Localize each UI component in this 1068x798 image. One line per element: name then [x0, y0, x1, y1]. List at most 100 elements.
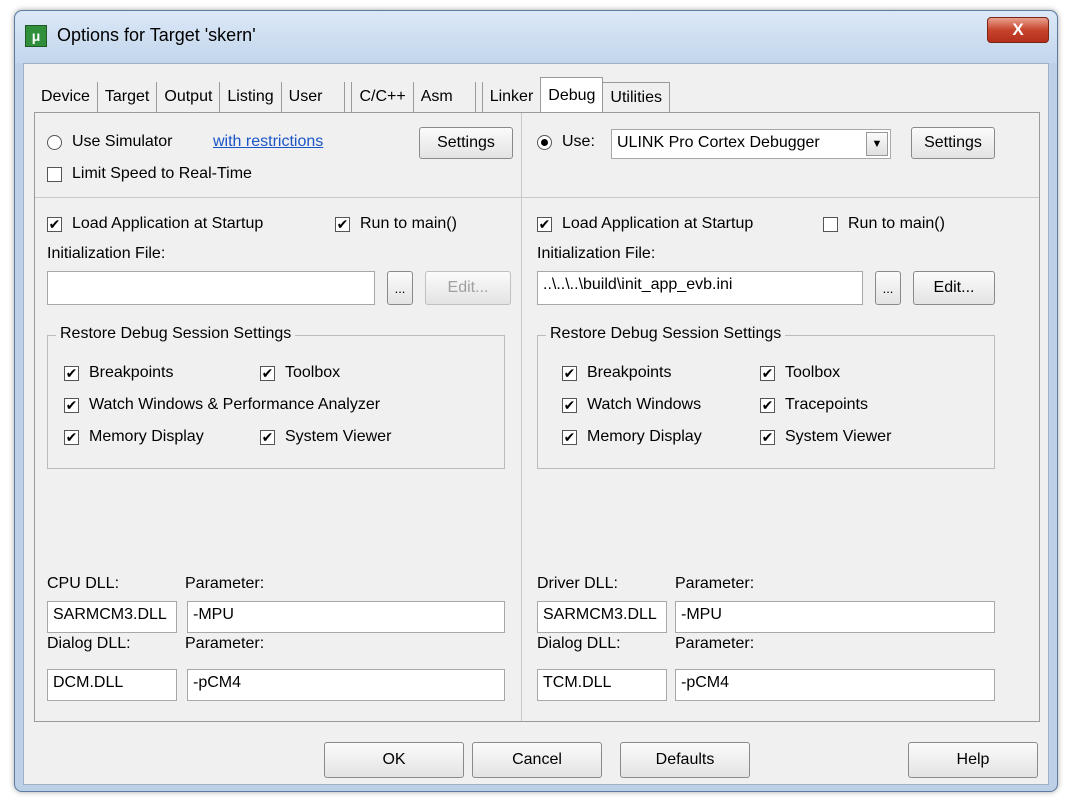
- tab-target[interactable]: Target: [97, 82, 158, 112]
- right-load-app-label: Load Application at Startup: [562, 215, 754, 232]
- right-watch-windows-checkbox[interactable]: ✔ Watch Windows: [562, 396, 701, 414]
- help-button[interactable]: Help: [908, 742, 1038, 778]
- left-dialog-param-label: Parameter:: [185, 635, 265, 652]
- left-init-file-edit-button: Edit...: [425, 271, 511, 305]
- driver-dll-input[interactable]: SARMCM3.DLL: [537, 601, 667, 633]
- right-breakpoints-checkbox[interactable]: ✔ Breakpoints: [562, 364, 672, 382]
- limit-speed-checkbox[interactable]: Limit Speed to Real-Time: [47, 165, 252, 183]
- right-dialog-param-input[interactable]: -pCM4: [675, 669, 995, 701]
- defaults-button[interactable]: Defaults: [620, 742, 750, 778]
- right-system-viewer-label: System Viewer: [785, 428, 892, 445]
- tab-user[interactable]: User: [281, 82, 346, 112]
- cpu-param-input[interactable]: -MPU: [187, 601, 505, 633]
- left-system-viewer-check-icon[interactable]: ✔: [260, 429, 275, 445]
- dialog-client-area: Device Target Output Listing User C/C++ …: [23, 63, 1049, 785]
- left-breakpoints-label: Breakpoints: [89, 364, 174, 381]
- left-toolbox-check-icon[interactable]: ✔: [260, 365, 275, 381]
- left-run-to-main-check-icon[interactable]: ✔: [335, 216, 350, 232]
- cancel-button[interactable]: Cancel: [472, 742, 602, 778]
- column-divider: [521, 113, 522, 721]
- left-memory-display-label: Memory Display: [89, 428, 204, 445]
- right-system-viewer-check-icon[interactable]: ✔: [760, 429, 775, 445]
- left-watch-windows-checkbox[interactable]: ✔ Watch Windows & Performance Analyzer: [64, 396, 380, 414]
- window-title: Options for Target 'skern': [57, 25, 256, 45]
- left-init-file-input[interactable]: [47, 271, 375, 305]
- use-simulator-label: Use Simulator: [72, 133, 173, 150]
- right-memory-display-checkbox[interactable]: ✔ Memory Display: [562, 428, 702, 446]
- cpu-dll-input[interactable]: SARMCM3.DLL: [47, 601, 177, 633]
- right-breakpoints-check-icon[interactable]: ✔: [562, 365, 577, 381]
- options-dialog: μ Options for Target 'skern' X Device Ta…: [14, 10, 1058, 792]
- left-watch-windows-check-icon[interactable]: ✔: [64, 397, 79, 413]
- use-debugger-radio[interactable]: Use:: [537, 133, 595, 151]
- driver-param-input[interactable]: -MPU: [675, 601, 995, 633]
- left-breakpoints-check-icon[interactable]: ✔: [64, 365, 79, 381]
- left-init-file-browse-button[interactable]: ...: [387, 271, 413, 305]
- left-restore-settings-group: Restore Debug Session Settings ✔ Breakpo…: [47, 325, 505, 469]
- limit-speed-label: Limit Speed to Real-Time: [72, 165, 252, 182]
- right-run-to-main-checkbox[interactable]: Run to main(): [823, 215, 945, 233]
- chevron-down-icon[interactable]: ▼: [866, 132, 888, 156]
- right-load-app-check-icon[interactable]: ✔: [537, 216, 552, 232]
- right-run-to-main-checkbox-box[interactable]: [823, 216, 838, 232]
- right-init-file-label: Initialization File:: [537, 245, 656, 262]
- left-memory-display-checkbox[interactable]: ✔ Memory Display: [64, 428, 204, 446]
- right-init-file-browse-button[interactable]: ...: [875, 271, 901, 305]
- debugger-select-value: ULINK Pro Cortex Debugger: [617, 134, 820, 151]
- app-icon: μ: [25, 25, 47, 47]
- tab-debug[interactable]: Debug: [540, 77, 604, 113]
- tab-listing[interactable]: Listing: [220, 82, 282, 112]
- right-init-file-edit-button[interactable]: Edit...: [913, 271, 995, 305]
- right-toolbox-check-icon[interactable]: ✔: [760, 365, 775, 381]
- use-simulator-radio-dot[interactable]: [47, 134, 62, 150]
- with-restrictions-link[interactable]: with restrictions: [213, 133, 323, 151]
- tab-utilities[interactable]: Utilities: [603, 82, 670, 112]
- left-restore-group-title: Restore Debug Session Settings: [56, 325, 296, 343]
- left-load-app-label: Load Application at Startup: [72, 215, 264, 232]
- tab-linker[interactable]: Linker: [481, 82, 541, 112]
- tab-device[interactable]: Device: [34, 82, 98, 112]
- simulator-settings-button[interactable]: Settings: [419, 127, 513, 159]
- right-memory-display-check-icon[interactable]: ✔: [562, 429, 577, 445]
- right-breakpoints-label: Breakpoints: [587, 364, 672, 381]
- cpu-dll-label: CPU DLL:: [47, 575, 120, 592]
- right-watch-windows-check-icon[interactable]: ✔: [562, 397, 577, 413]
- left-load-app-checkbox[interactable]: ✔ Load Application at Startup: [47, 215, 263, 233]
- right-tracepoints-checkbox[interactable]: ✔ Tracepoints: [760, 396, 868, 414]
- left-breakpoints-checkbox[interactable]: ✔ Breakpoints: [64, 364, 174, 382]
- tab-strip: Device Target Output Listing User C/C++ …: [34, 77, 670, 113]
- tab-c-cpp[interactable]: C/C++: [351, 82, 414, 112]
- right-run-to-main-label: Run to main(): [848, 215, 945, 232]
- right-toolbox-label: Toolbox: [785, 364, 841, 381]
- close-button[interactable]: X: [987, 17, 1049, 43]
- right-dialog-dll-input[interactable]: TCM.DLL: [537, 669, 667, 701]
- left-toolbox-label: Toolbox: [285, 364, 341, 381]
- left-separator: [35, 197, 521, 198]
- use-debugger-radio-dot[interactable]: [537, 134, 552, 150]
- right-init-file-input[interactable]: ..\..\..\build\init_app_evb.ini: [537, 271, 863, 305]
- left-run-to-main-checkbox[interactable]: ✔ Run to main(): [335, 215, 457, 233]
- limit-speed-checkbox-box[interactable]: [47, 166, 62, 182]
- right-toolbox-checkbox[interactable]: ✔ Toolbox: [760, 364, 840, 382]
- tab-asm[interactable]: Asm: [413, 82, 476, 112]
- title-bar[interactable]: μ Options for Target 'skern' X: [15, 11, 1057, 63]
- ok-button[interactable]: OK: [324, 742, 464, 778]
- right-tracepoints-check-icon[interactable]: ✔: [760, 397, 775, 413]
- left-run-to-main-label: Run to main(): [360, 215, 457, 232]
- left-system-viewer-label: System Viewer: [285, 428, 392, 445]
- right-dialog-dll-label: Dialog DLL:: [537, 635, 621, 652]
- right-system-viewer-checkbox[interactable]: ✔ System Viewer: [760, 428, 891, 446]
- debugger-settings-button[interactable]: Settings: [911, 127, 995, 159]
- left-dialog-dll-label: Dialog DLL:: [47, 635, 131, 652]
- debugger-select[interactable]: ULINK Pro Cortex Debugger ▼: [611, 129, 891, 159]
- left-dialog-param-input[interactable]: -pCM4: [187, 669, 505, 701]
- tab-output[interactable]: Output: [157, 82, 221, 112]
- left-load-app-check-icon[interactable]: ✔: [47, 216, 62, 232]
- left-memory-display-check-icon[interactable]: ✔: [64, 429, 79, 445]
- use-simulator-radio[interactable]: Use Simulator: [47, 133, 172, 151]
- left-toolbox-checkbox[interactable]: ✔ Toolbox: [260, 364, 340, 382]
- right-load-app-checkbox[interactable]: ✔ Load Application at Startup: [537, 215, 753, 233]
- left-system-viewer-checkbox[interactable]: ✔ System Viewer: [260, 428, 391, 446]
- debug-tab-panel: Use Simulator with restrictions Settings…: [34, 112, 1040, 722]
- left-dialog-dll-input[interactable]: DCM.DLL: [47, 669, 177, 701]
